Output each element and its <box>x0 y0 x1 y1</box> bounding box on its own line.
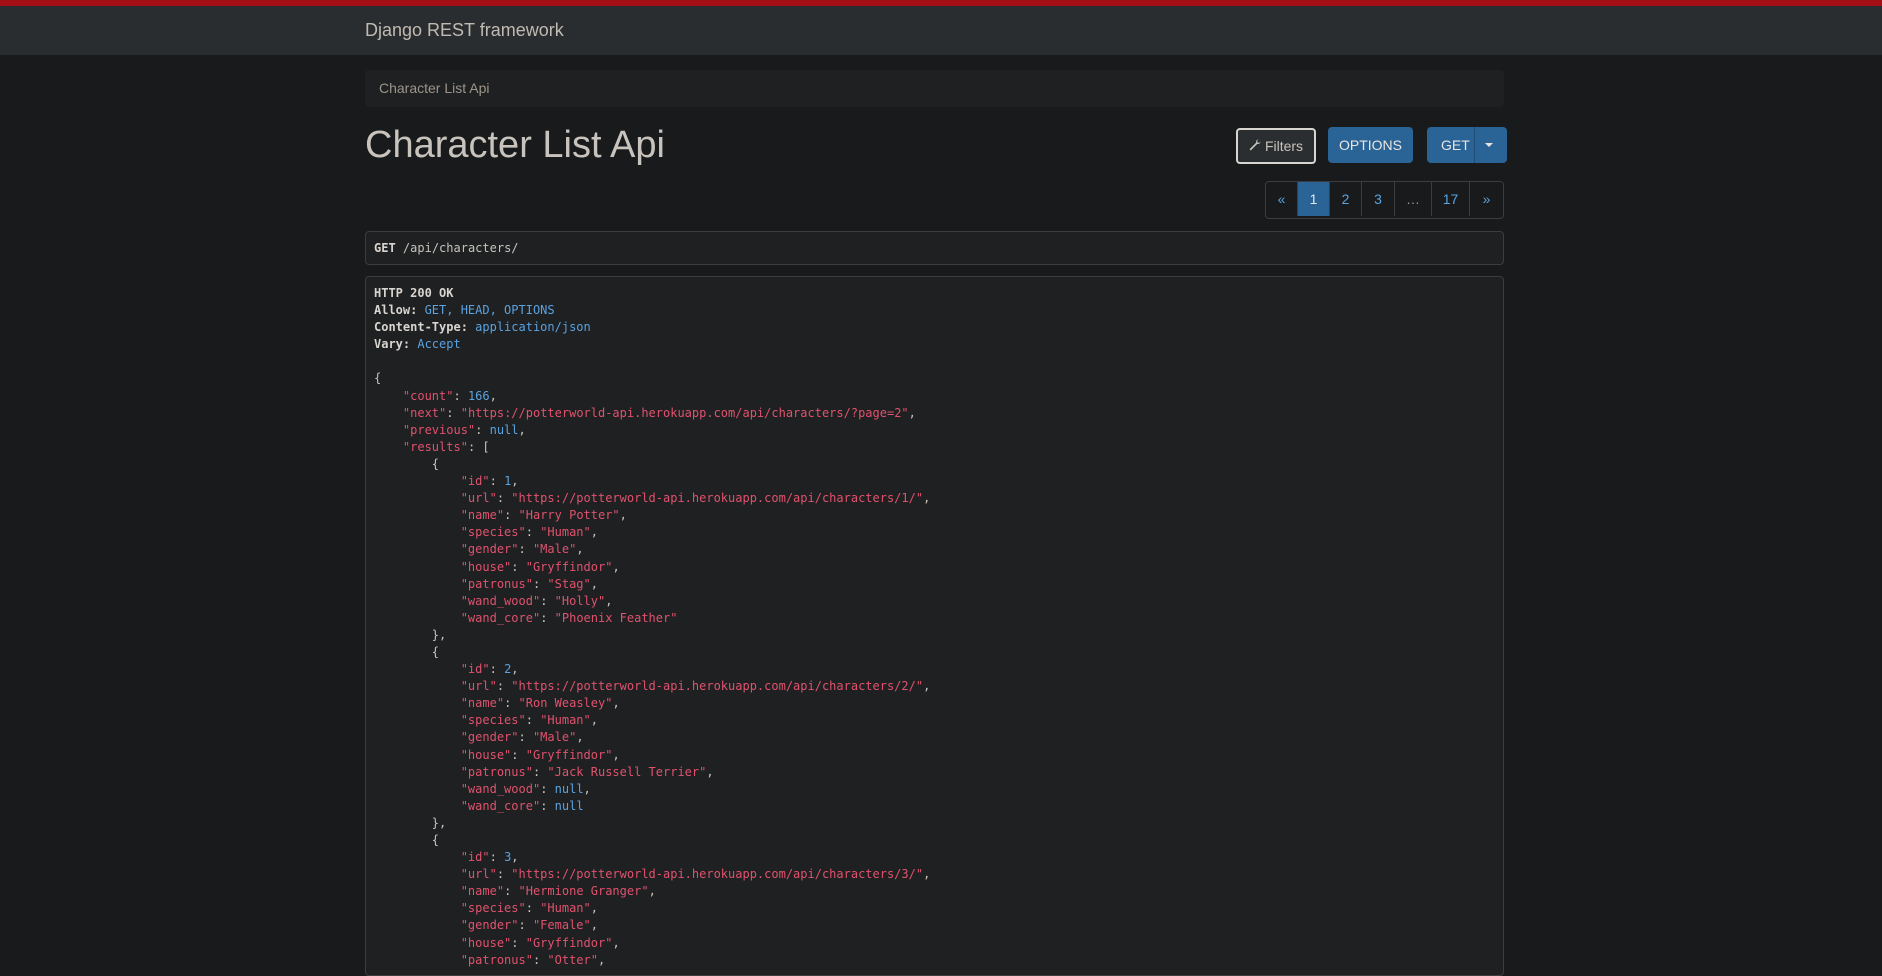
pagination-page-last[interactable]: 17 <box>1432 182 1470 216</box>
json-patronus: "Jack Russell Terrier" <box>547 764 707 779</box>
json-name: "Hermione Granger" <box>518 884 649 899</box>
json-id: 1 <box>504 474 512 489</box>
pagination-page-2[interactable]: 2 <box>1330 182 1362 216</box>
json-patronus: "Otter" <box>547 952 598 967</box>
pagination-page-1[interactable]: 1 <box>1298 182 1330 216</box>
json-patronus: "Stag" <box>547 576 591 591</box>
json-next-link[interactable]: "https://potterworld-api.herokuapp.com/a… <box>461 406 909 420</box>
json-previous: null <box>489 422 519 437</box>
json-name: "Harry Potter" <box>518 508 620 523</box>
json-name: "Ron Weasley" <box>518 696 613 711</box>
options-button[interactable]: OPTIONS <box>1328 127 1413 163</box>
json-species: "Human" <box>540 901 591 916</box>
json-house: "Gryffindor" <box>525 935 613 950</box>
json-wand-core: null <box>554 798 584 813</box>
json-gender: "Male" <box>532 542 577 557</box>
breadcrumb: Character List Api <box>365 70 1504 107</box>
filters-label: Filters <box>1264 138 1304 154</box>
pagination: « 1 2 3 … 17 » <box>1265 181 1504 219</box>
json-wand-core: "Phoenix Feather" <box>554 610 678 625</box>
json-gender: "Male" <box>532 730 577 745</box>
caret-down-icon[interactable] <box>1485 143 1493 147</box>
pagination-prev[interactable]: « <box>1266 182 1298 216</box>
navbar: Django REST framework <box>0 6 1882 55</box>
response-status: HTTP 200 OK <box>374 286 454 300</box>
header-key: Allow <box>374 303 411 318</box>
json-wand-wood: "Holly" <box>554 593 606 608</box>
json-count: 166 <box>467 388 490 403</box>
json-species: "Human" <box>540 713 591 728</box>
response-info: HTTP 200 OK Allow: GET, HEAD, OPTIONS Co… <box>365 276 1504 976</box>
request-info: GET /api/characters/ <box>365 231 1504 265</box>
get-button-divider <box>1474 127 1475 163</box>
filters-button[interactable]: Filters <box>1236 128 1316 164</box>
json-house: "Gryffindor" <box>525 747 613 762</box>
json-url-link[interactable]: "https://potterworld-api.herokuapp.com/a… <box>511 867 923 881</box>
get-label: GET <box>1441 137 1470 153</box>
pagination-next[interactable]: » <box>1470 182 1503 216</box>
json-id: 3 <box>504 850 512 865</box>
brand-link[interactable]: Django REST framework <box>365 20 564 41</box>
json-wand-wood: null <box>554 781 584 796</box>
header-value: application/json <box>475 320 591 335</box>
header-value: GET, HEAD, OPTIONS <box>424 303 555 318</box>
json-url-link[interactable]: "https://potterworld-api.herokuapp.com/a… <box>511 491 923 505</box>
pagination-page-3[interactable]: 3 <box>1362 182 1395 216</box>
json-species: "Human" <box>540 525 591 540</box>
json-id: 2 <box>504 662 512 677</box>
request-method: GET <box>374 241 396 255</box>
pagination-ellipsis: … <box>1395 182 1432 216</box>
json-house: "Gryffindor" <box>525 559 613 574</box>
get-button[interactable]: GET <box>1427 127 1507 163</box>
json-url-link[interactable]: "https://potterworld-api.herokuapp.com/a… <box>511 679 923 693</box>
header-key: Content-Type <box>374 320 461 335</box>
page-title: Character List Api <box>365 124 665 166</box>
header-value: Accept <box>417 337 461 352</box>
wrench-icon <box>1249 130 1261 162</box>
request-path: /api/characters/ <box>402 241 519 255</box>
breadcrumb-current[interactable]: Character List Api <box>379 80 490 96</box>
header-key: Vary <box>374 337 403 352</box>
json-gender: "Female" <box>532 918 591 933</box>
